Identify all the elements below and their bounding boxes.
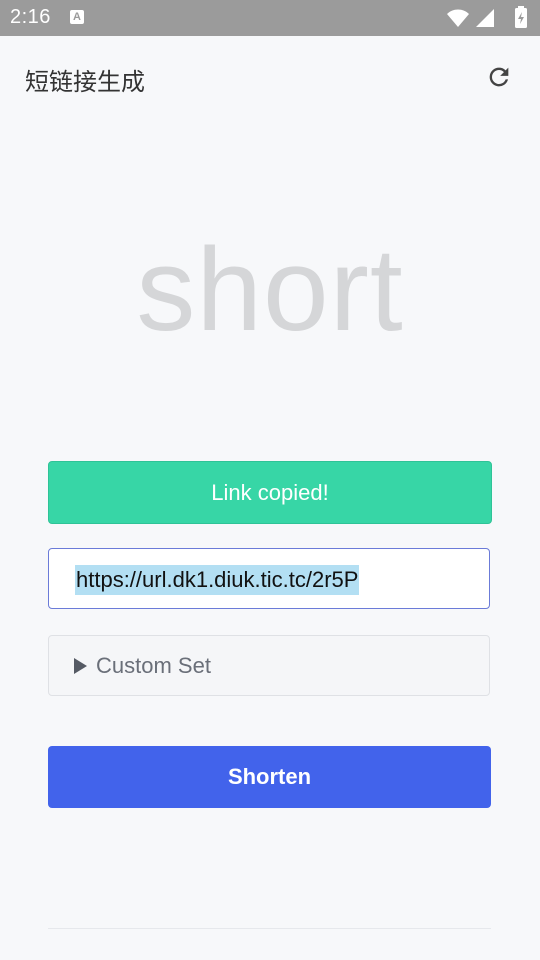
app-title: 短链接生成 [25,69,145,96]
refresh-icon [489,67,509,87]
app-bar: 短链接生成 [0,36,540,120]
url-input[interactable]: https://url.dk1.diuk.tic.tc/2r5P [48,548,490,609]
expand-triangle-icon [74,658,87,674]
wifi-icon [447,9,469,27]
hero-logo-text: short [136,224,404,356]
accessibility-notification-icon: A [70,10,84,24]
status-time: 2:16 [10,6,51,28]
custom-set-toggle[interactable]: Custom Set [48,635,490,696]
url-input-value[interactable]: https://url.dk1.diuk.tic.tc/2r5P [75,565,360,595]
shorten-button[interactable]: Shorten [48,746,491,808]
status-bar: 2:16 A [0,0,540,36]
bottom-divider [48,928,491,929]
refresh-button[interactable] [484,62,514,92]
cell-signal-icon [476,9,494,27]
custom-set-label: Custom Set [96,653,211,678]
battery-icon [515,6,527,28]
link-copied-toast: Link copied! [48,461,492,524]
